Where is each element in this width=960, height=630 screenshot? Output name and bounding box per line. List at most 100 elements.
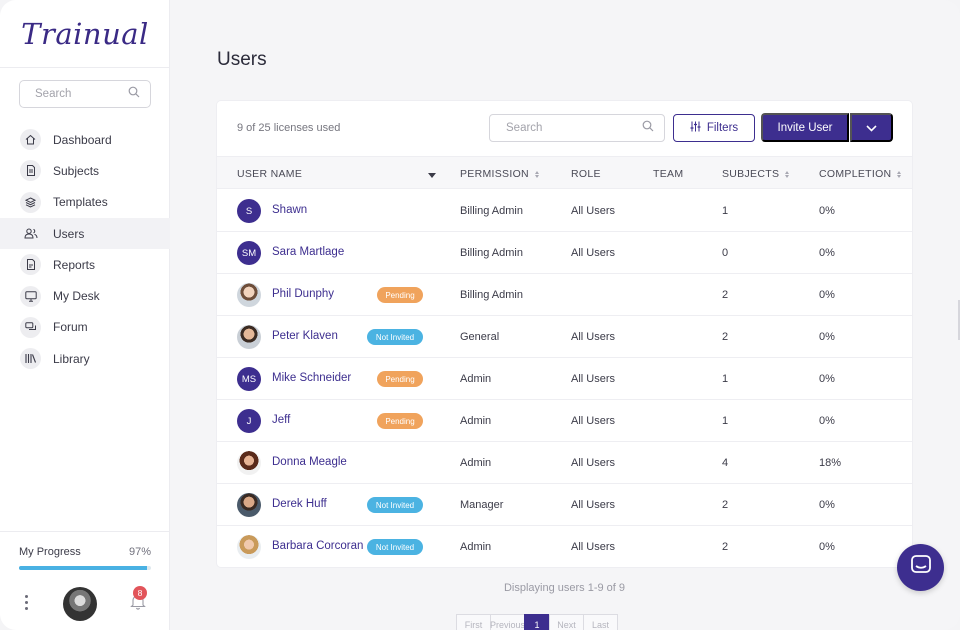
status-badge: Not Invited: [367, 539, 423, 555]
column-completion[interactable]: COMPLETION: [819, 168, 902, 180]
sidebar-item-forum[interactable]: Forum: [0, 312, 170, 343]
user-name-link[interactable]: Derek Huff: [272, 498, 327, 510]
role-cell: All Users: [571, 457, 616, 469]
pagination-next[interactable]: Next: [549, 614, 584, 630]
table-row[interactable]: Derek Huff Not Invited Manager All Users…: [217, 484, 912, 526]
layers-icon: [20, 191, 41, 213]
sidebar-item-dashboard[interactable]: Dashboard: [0, 124, 170, 155]
progress-percent: 97%: [128, 546, 151, 558]
sidebar-item-my-desk[interactable]: My Desk: [0, 280, 170, 311]
pagination-last[interactable]: Last: [583, 614, 618, 630]
user-name-link[interactable]: Shawn: [272, 204, 307, 216]
current-user-avatar[interactable]: [63, 587, 97, 621]
app-window: Trainual Dashboard Subjects Templates: [0, 0, 960, 630]
pagination-page-1[interactable]: 1: [524, 614, 550, 630]
user-name-link[interactable]: Phil Dunphy: [272, 288, 334, 300]
sidebar-item-subjects[interactable]: Subjects: [0, 155, 170, 186]
column-label: ROLE: [571, 168, 601, 180]
subjects-cell: 4: [722, 457, 729, 469]
column-role: ROLE: [571, 168, 601, 180]
completion-cell: 18%: [819, 457, 842, 469]
user-name-link[interactable]: Donna Meagle: [272, 456, 347, 468]
sidebar-item-templates[interactable]: Templates: [0, 187, 170, 218]
completion-cell: 0%: [819, 331, 835, 343]
user-name-link[interactable]: Barbara Corcoran: [272, 540, 363, 552]
column-label: PERMISSION: [460, 168, 529, 180]
sidebar-item-label: Subjects: [53, 163, 100, 178]
sidebar-item-label: Templates: [53, 195, 108, 210]
pagination-previous[interactable]: Previous: [490, 614, 525, 630]
sidebar-item-label: Dashboard: [53, 132, 112, 147]
user-avatar: [237, 535, 261, 559]
role-cell: All Users: [571, 499, 616, 511]
filters-button[interactable]: Filters: [673, 114, 755, 142]
logo-text: Trainual: [21, 16, 149, 51]
sidebar-search-input[interactable]: [35, 88, 125, 100]
permission-cell: Billing Admin: [460, 205, 523, 217]
user-name-link[interactable]: Jeff: [272, 414, 290, 426]
completion-cell: 0%: [819, 205, 835, 217]
progress-bar-fill: [19, 566, 148, 570]
subjects-cell: 2: [722, 331, 729, 343]
column-permission[interactable]: PERMISSION: [460, 168, 539, 180]
user-avatar: SM: [237, 241, 261, 265]
status-badge: Pending: [377, 371, 423, 387]
user-avatar: [237, 283, 261, 307]
users-search-input[interactable]: [506, 122, 626, 134]
permission-cell: Admin: [460, 373, 492, 385]
user-name-link[interactable]: Mike Schneider: [272, 372, 351, 384]
table-row[interactable]: SM Sara Martlage Billing Admin All Users…: [217, 232, 912, 274]
pagination-first[interactable]: First: [456, 614, 491, 630]
sidebar-item-label: Forum: [53, 320, 88, 335]
library-icon: [20, 348, 41, 370]
users-search[interactable]: [489, 114, 665, 142]
sidebar-item-label: Reports: [53, 257, 96, 272]
chat-icon: [910, 554, 932, 581]
notification-badge: 8: [133, 586, 147, 600]
chat-support-button[interactable]: [897, 544, 944, 591]
table-row[interactable]: Barbara Corcoran Not Invited Admin All U…: [217, 526, 912, 568]
user-avatar: S: [237, 199, 261, 223]
role-cell: All Users: [571, 373, 616, 385]
subjects-cell: 1: [722, 415, 729, 427]
sidebar-item-library[interactable]: Library: [0, 343, 170, 374]
more-options-icon[interactable]: [25, 595, 29, 610]
table-row[interactable]: Peter Klaven Not Invited General All Use…: [217, 316, 912, 358]
user-avatar: [237, 493, 261, 517]
column-label: TEAM: [653, 168, 684, 180]
column-team: TEAM: [653, 168, 683, 180]
sidebar-item-reports[interactable]: Reports: [0, 249, 170, 280]
completion-cell: 0%: [819, 541, 835, 553]
invite-user-button[interactable]: Invite User: [761, 113, 849, 142]
status-badge: Not Invited: [367, 497, 423, 513]
home-icon: [20, 129, 41, 151]
table-row[interactable]: J Jeff Pending Admin All Users 1 0%: [217, 400, 912, 442]
document-icon: [20, 160, 41, 182]
table-row[interactable]: Donna Meagle Admin All Users 4 18%: [217, 442, 912, 484]
user-name-link[interactable]: Sara Martlage: [272, 246, 344, 258]
page-title: Users: [217, 49, 267, 70]
table-row[interactable]: S Shawn Billing Admin All Users 1 0%: [217, 190, 912, 232]
pagination: First Previous 1 Next Last: [456, 614, 618, 630]
user-name-link[interactable]: Peter Klaven: [272, 330, 338, 342]
sort-desc-icon[interactable]: [428, 173, 436, 178]
column-label: SUBJECTS: [722, 168, 780, 180]
sort-icon: [897, 170, 902, 178]
completion-cell: 0%: [819, 499, 835, 511]
column-subjects[interactable]: SUBJECTS: [722, 168, 790, 180]
invite-options-button[interactable]: [850, 113, 893, 142]
sidebar-item-users[interactable]: Users: [0, 217, 170, 250]
role-cell: All Users: [571, 247, 616, 259]
sidebar: Trainual Dashboard Subjects Templates: [0, 0, 170, 630]
permission-cell: Billing Admin: [460, 247, 523, 259]
column-user-name[interactable]: USER NAME: [237, 168, 302, 180]
progress-bar: [19, 566, 151, 570]
permission-cell: Billing Admin: [460, 289, 523, 301]
progress-label: My Progress: [19, 546, 81, 558]
table-row[interactable]: MS Mike Schneider Pending Admin All User…: [217, 358, 912, 400]
app-logo[interactable]: Trainual: [0, 0, 170, 68]
user-avatar: MS: [237, 367, 261, 391]
table-row[interactable]: Phil Dunphy Pending Billing Admin 2 0%: [217, 274, 912, 316]
completion-cell: 0%: [819, 373, 835, 385]
sidebar-search[interactable]: [19, 80, 151, 108]
